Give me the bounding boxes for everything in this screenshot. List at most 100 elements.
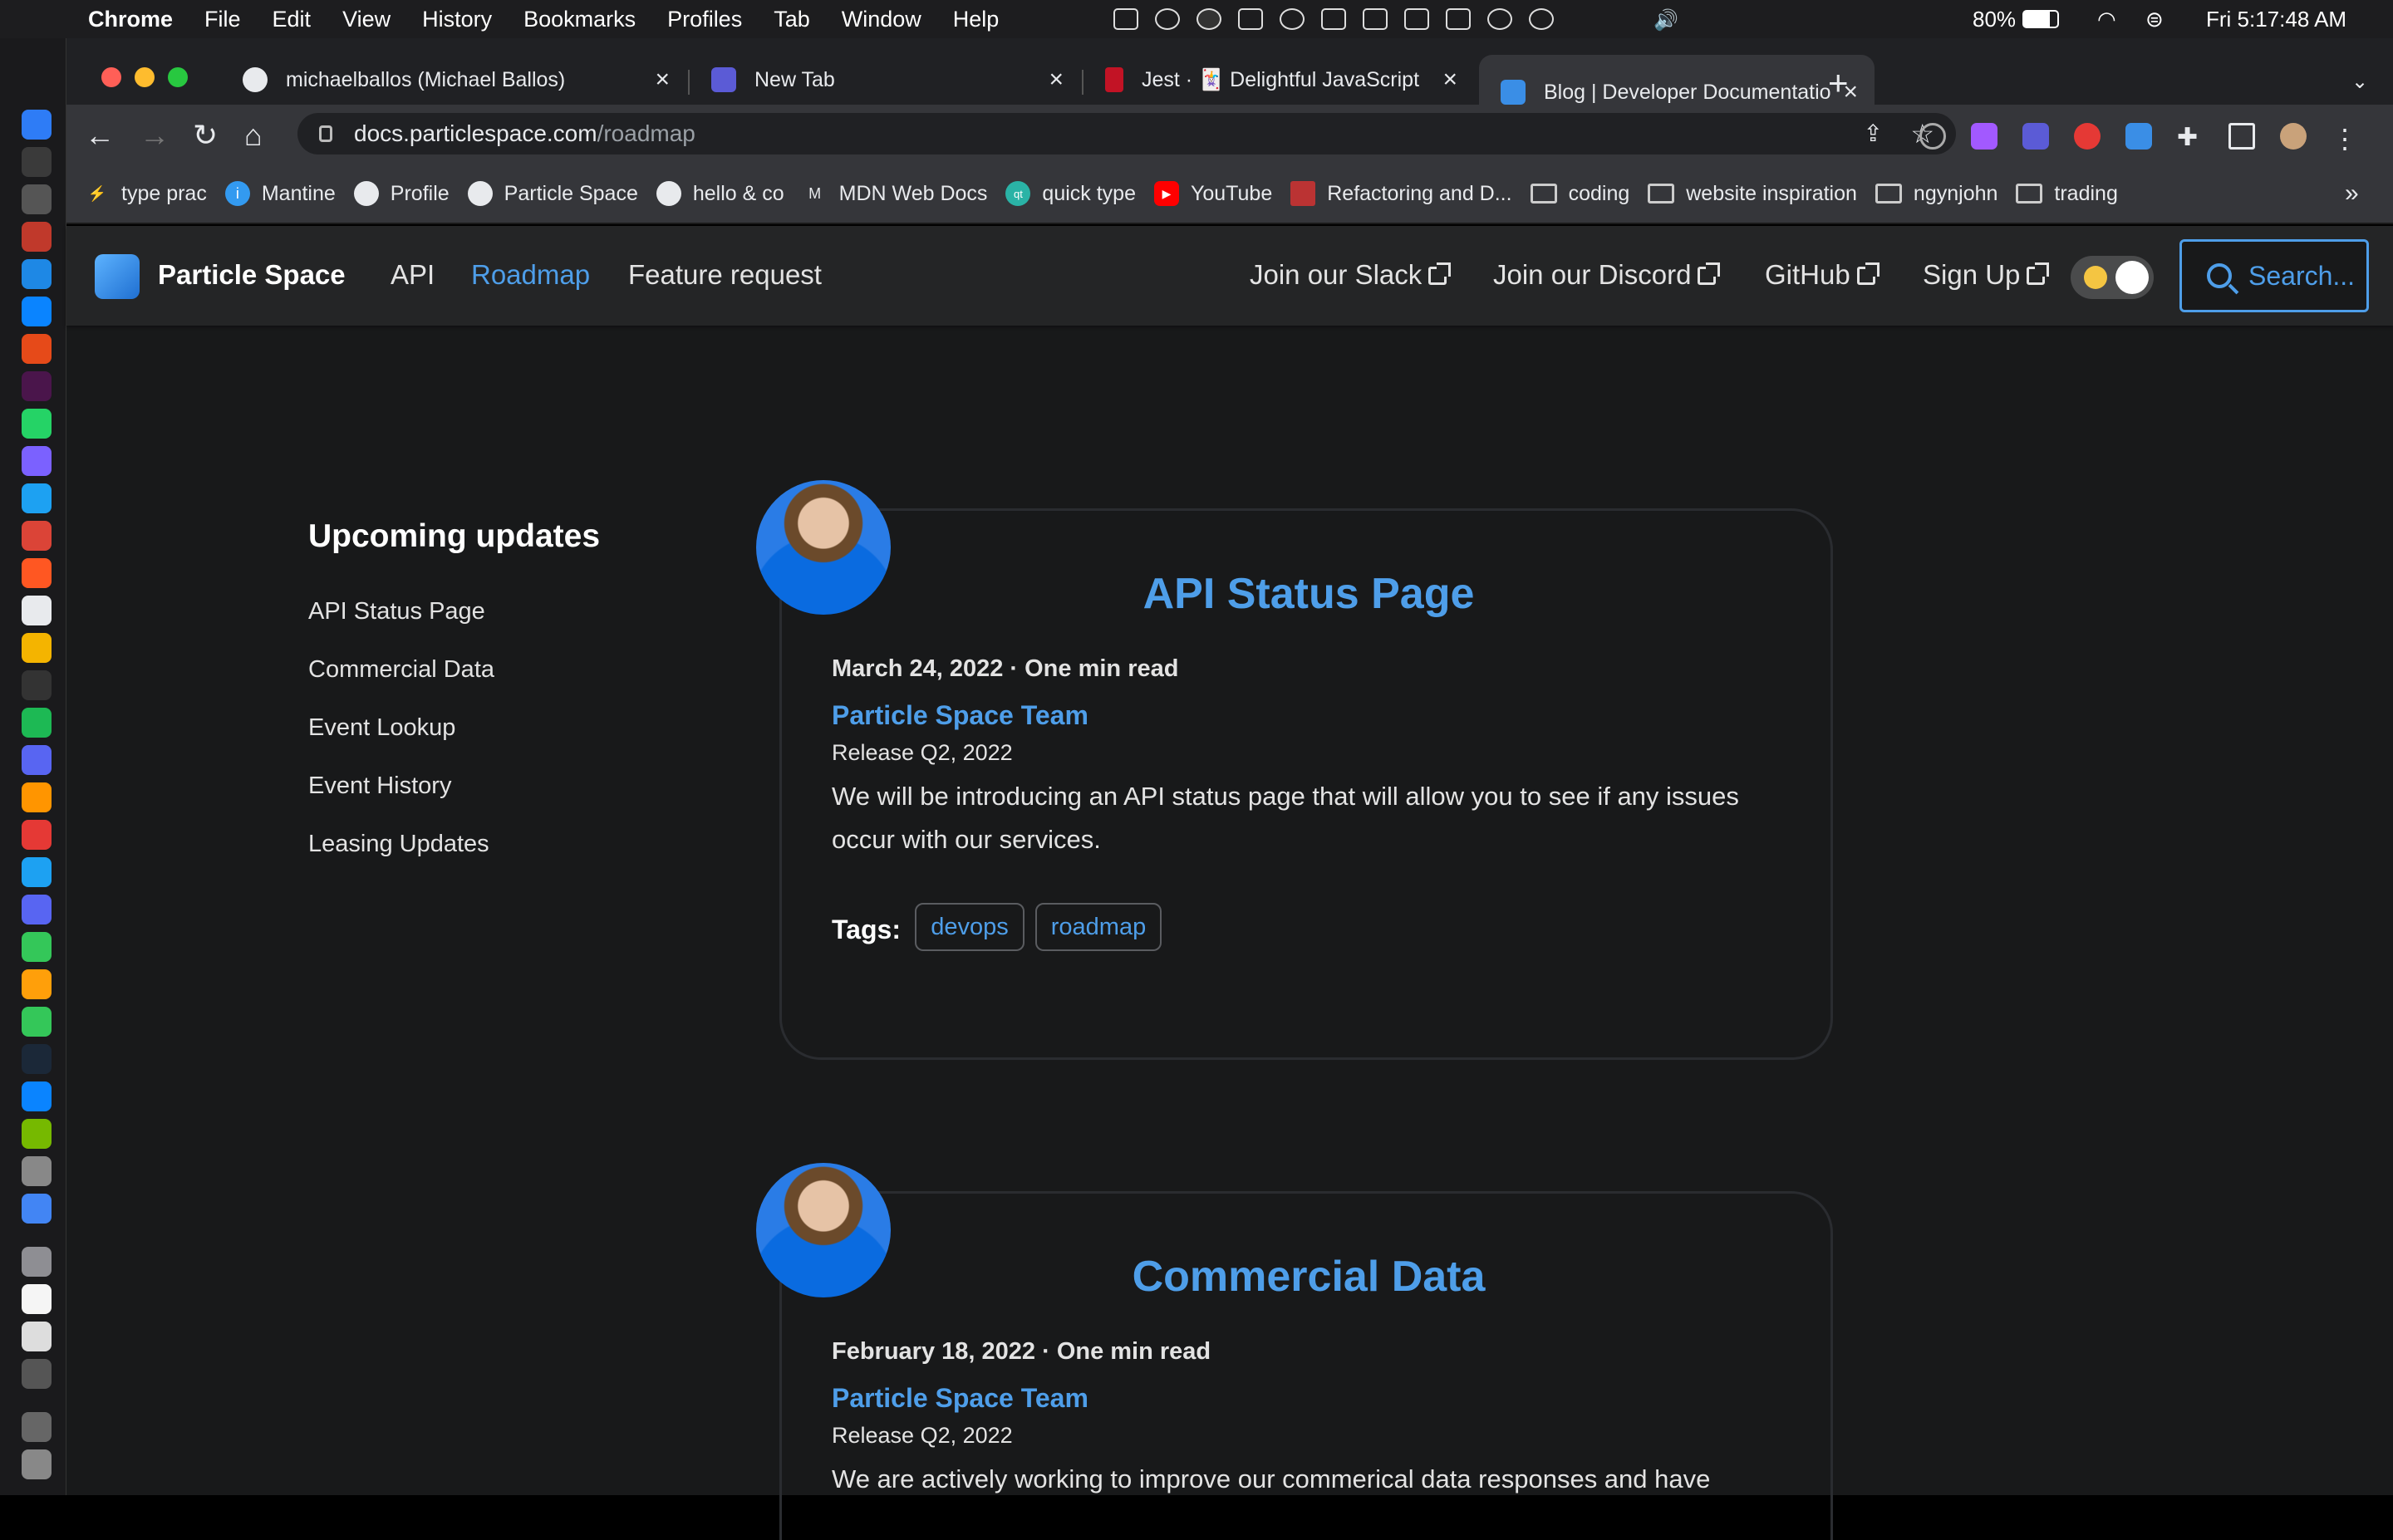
dock-app-icon[interactable] — [22, 259, 52, 289]
bookmark-folder[interactable]: ngynjohn — [1875, 182, 1997, 206]
dock-app-icon[interactable] — [22, 184, 52, 214]
particle-space-extension-icon[interactable] — [2125, 123, 2152, 150]
status-app-icon[interactable] — [1113, 8, 1138, 30]
battery-status[interactable]: 80% — [1973, 0, 2060, 38]
menu-window[interactable]: Window — [842, 7, 921, 32]
dock-app-icon[interactable] — [22, 1119, 52, 1149]
bluetooth-icon[interactable] — [1612, 8, 1637, 30]
status-app-icon[interactable] — [1196, 8, 1221, 30]
bookmark-item[interactable]: ▶ YouTube — [1153, 181, 1272, 206]
dock-app-icon[interactable] — [22, 297, 52, 326]
clock[interactable]: Fri 5:17:48 AM — [2206, 0, 2346, 38]
card-author[interactable]: Particle Space Team — [832, 1383, 1088, 1414]
tab-new-tab[interactable]: New Tab × — [690, 55, 1080, 105]
dock-app-icon[interactable] — [22, 1322, 52, 1351]
address-bar[interactable]: docs.particlespace.com /roadmap ⇪ ☆ — [297, 113, 1956, 154]
lock-icon[interactable] — [319, 125, 332, 142]
nav-github-link[interactable]: GitHub — [1765, 259, 1880, 291]
dock-app-icon[interactable] — [22, 147, 52, 177]
dock-app-icon[interactable] — [22, 1359, 52, 1389]
dock-app-icon[interactable] — [22, 1007, 52, 1037]
dock-app-icon[interactable] — [22, 483, 52, 513]
volume-icon[interactable]: 🔊 — [1653, 8, 1678, 32]
dock-app-icon[interactable] — [22, 558, 52, 588]
menu-help[interactable]: Help — [953, 7, 1000, 32]
dock-app-icon[interactable] — [22, 969, 52, 999]
dock-app-icon[interactable] — [22, 1044, 52, 1074]
status-app-icon[interactable] — [1363, 8, 1388, 30]
status-app-icon[interactable] — [1321, 8, 1346, 30]
new-tab-button[interactable]: + — [1828, 63, 1849, 103]
card-author[interactable]: Particle Space Team — [832, 700, 1088, 731]
maximize-window-button[interactable] — [168, 67, 188, 87]
tag-devops[interactable]: devops — [915, 903, 1025, 951]
sidebar-item-api-status[interactable]: API Status Page — [308, 598, 485, 625]
menu-app-name[interactable]: Chrome — [88, 7, 173, 32]
nav-feature-request[interactable]: Feature request — [628, 259, 822, 291]
dock-app-icon[interactable] — [22, 1412, 52, 1442]
bookmark-item[interactable]: qt quick type — [1005, 181, 1136, 206]
menu-history[interactable]: History — [422, 7, 492, 32]
dock-app-icon[interactable] — [22, 633, 52, 663]
wifi-icon[interactable]: ◠ — [2097, 0, 2116, 38]
search-button[interactable]: Search... — [2179, 239, 2369, 312]
dock-app-icon[interactable] — [22, 782, 52, 812]
dock-app-icon[interactable] — [22, 1156, 52, 1186]
dock-app-icon[interactable] — [22, 1194, 52, 1224]
nav-signup-link[interactable]: Sign Up — [1923, 259, 2050, 291]
sidebar-item-event-history[interactable]: Event History — [308, 772, 451, 800]
sidebar-item-event-lookup[interactable]: Event Lookup — [308, 714, 455, 742]
dock-app-icon[interactable] — [22, 1081, 52, 1111]
dock-app-icon[interactable] — [22, 446, 52, 476]
reload-button[interactable]: ↻ — [193, 118, 218, 153]
bookmark-item[interactable]: ⚡ type prac — [85, 181, 207, 206]
dock-app-icon[interactable] — [22, 1284, 52, 1314]
card-title[interactable]: API Status Page — [782, 569, 1835, 619]
dock-app-icon[interactable] — [22, 895, 52, 924]
adblock-icon[interactable] — [2074, 123, 2101, 150]
bookmark-folder[interactable]: trading — [2016, 182, 2118, 206]
grammarly-icon[interactable] — [1280, 8, 1305, 30]
sidebar-item-leasing-updates[interactable]: Leasing Updates — [308, 831, 489, 858]
tab-github[interactable]: michaelballos (Michael Ballos) × — [221, 55, 686, 105]
bookmark-item[interactable]: hello & co — [656, 181, 784, 206]
dock-app-icon[interactable] — [22, 820, 52, 850]
brand-name[interactable]: Particle Space — [158, 259, 346, 291]
dark-reader-icon[interactable] — [1919, 123, 1946, 150]
status-app-icon[interactable] — [1238, 8, 1263, 30]
nav-discord-link[interactable]: Join our Discord — [1493, 259, 1721, 291]
back-button[interactable]: ← — [85, 118, 115, 153]
dock-app-icon[interactable] — [22, 708, 52, 738]
extension-icon[interactable] — [1971, 123, 1997, 150]
dock-app-icon[interactable] — [22, 596, 52, 625]
side-panel-icon[interactable] — [2228, 123, 2255, 150]
dock-app-icon[interactable] — [22, 409, 52, 439]
dock-app-icon[interactable] — [22, 334, 52, 364]
bookmark-item[interactable]: i Mantine — [224, 181, 336, 206]
close-tab-icon[interactable]: × — [655, 66, 670, 94]
dock-app-icon[interactable] — [22, 1449, 52, 1479]
menu-edit[interactable]: Edit — [273, 7, 312, 32]
nav-roadmap[interactable]: Roadmap — [471, 259, 590, 291]
status-app-icon[interactable] — [1155, 8, 1180, 30]
bookmark-item[interactable]: Profile — [353, 181, 450, 206]
dock-app-icon[interactable] — [22, 371, 52, 401]
tab-search-chevron-icon[interactable]: ⌄ — [2351, 70, 2368, 94]
control-center-icon[interactable]: ⊜ — [2145, 0, 2164, 38]
close-tab-icon[interactable]: × — [1049, 66, 1064, 94]
sidebar-item-commercial-data[interactable]: Commercial Data — [308, 656, 494, 684]
status-app-icon[interactable] — [1404, 8, 1429, 30]
kebab-menu-icon[interactable]: ⋮ — [2332, 123, 2358, 154]
close-window-button[interactable] — [101, 67, 121, 87]
menu-bookmarks[interactable]: Bookmarks — [523, 7, 636, 32]
tag-roadmap[interactable]: roadmap — [1035, 903, 1162, 951]
dock-app-icon[interactable] — [22, 670, 52, 700]
dock-app-icon[interactable] — [22, 857, 52, 887]
menu-view[interactable]: View — [342, 7, 391, 32]
menu-profiles[interactable]: Profiles — [667, 7, 742, 32]
close-tab-icon[interactable]: × — [1442, 66, 1457, 94]
forward-button[interactable]: → — [140, 118, 170, 153]
dark-mode-toggle[interactable] — [2071, 256, 2154, 299]
home-button[interactable]: ⌂ — [244, 118, 263, 153]
status-app-icon[interactable] — [1570, 8, 1595, 30]
